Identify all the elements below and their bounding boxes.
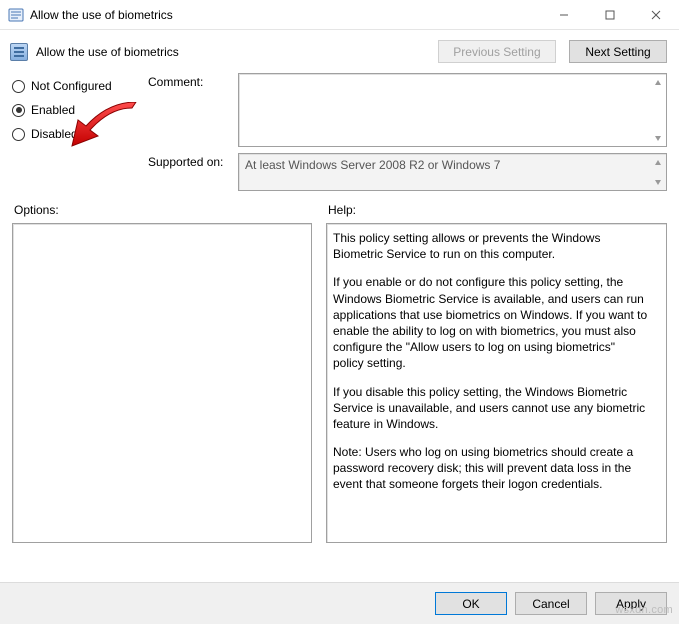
radio-circle-icon (12, 104, 25, 117)
radio-label: Not Configured (31, 79, 112, 93)
maximize-button[interactable] (587, 0, 633, 29)
supported-on-field: At least Windows Server 2008 R2 or Windo… (238, 153, 667, 191)
policy-title: Allow the use of biometrics (36, 45, 179, 59)
supported-on-value: At least Windows Server 2008 R2 or Windo… (245, 158, 500, 172)
radio-not-configured[interactable]: Not Configured (12, 79, 148, 93)
policy-icon (8, 7, 24, 23)
minimize-button[interactable] (541, 0, 587, 29)
scroll-down-icon[interactable] (649, 173, 666, 190)
comment-textarea[interactable] (238, 73, 667, 147)
radio-label: Enabled (31, 103, 75, 117)
supported-on-label: Supported on: (148, 153, 238, 169)
comment-label: Comment: (148, 73, 238, 89)
help-paragraph: Note: Users who log on using biometrics … (333, 444, 648, 493)
scrollbar[interactable] (649, 154, 666, 190)
options-label: Options: (14, 203, 312, 217)
header-row: Allow the use of biometrics Previous Set… (0, 30, 679, 69)
close-button[interactable] (633, 0, 679, 29)
comment-value (239, 70, 251, 92)
ok-button[interactable]: OK (435, 592, 507, 615)
help-paragraph: This policy setting allows or prevents t… (333, 230, 648, 262)
titlebar: Allow the use of biometrics (0, 0, 679, 30)
scroll-down-icon[interactable] (649, 129, 666, 146)
scroll-up-icon[interactable] (649, 154, 666, 171)
policy-header-icon (10, 43, 28, 61)
cancel-button[interactable]: Cancel (515, 592, 587, 615)
options-panel (12, 223, 312, 543)
help-panel: This policy setting allows or prevents t… (326, 223, 667, 543)
radio-enabled[interactable]: Enabled (12, 103, 148, 117)
radio-label: Disabled (31, 127, 78, 141)
previous-setting-button: Previous Setting (438, 40, 555, 63)
window-title: Allow the use of biometrics (30, 8, 541, 22)
watermark: wsxdn.com (615, 604, 673, 616)
scrollbar[interactable] (649, 74, 666, 146)
dialog-buttons: OK Cancel Apply (0, 582, 679, 624)
next-setting-button[interactable]: Next Setting (569, 40, 667, 63)
help-paragraph: If you enable or do not configure this p… (333, 274, 648, 371)
radio-circle-icon (12, 80, 25, 93)
scroll-up-icon[interactable] (649, 74, 666, 91)
help-paragraph: If you disable this policy setting, the … (333, 384, 648, 433)
radio-circle-icon (12, 128, 25, 141)
radio-disabled[interactable]: Disabled (12, 127, 148, 141)
window-controls (541, 0, 679, 29)
help-label: Help: (328, 203, 667, 217)
